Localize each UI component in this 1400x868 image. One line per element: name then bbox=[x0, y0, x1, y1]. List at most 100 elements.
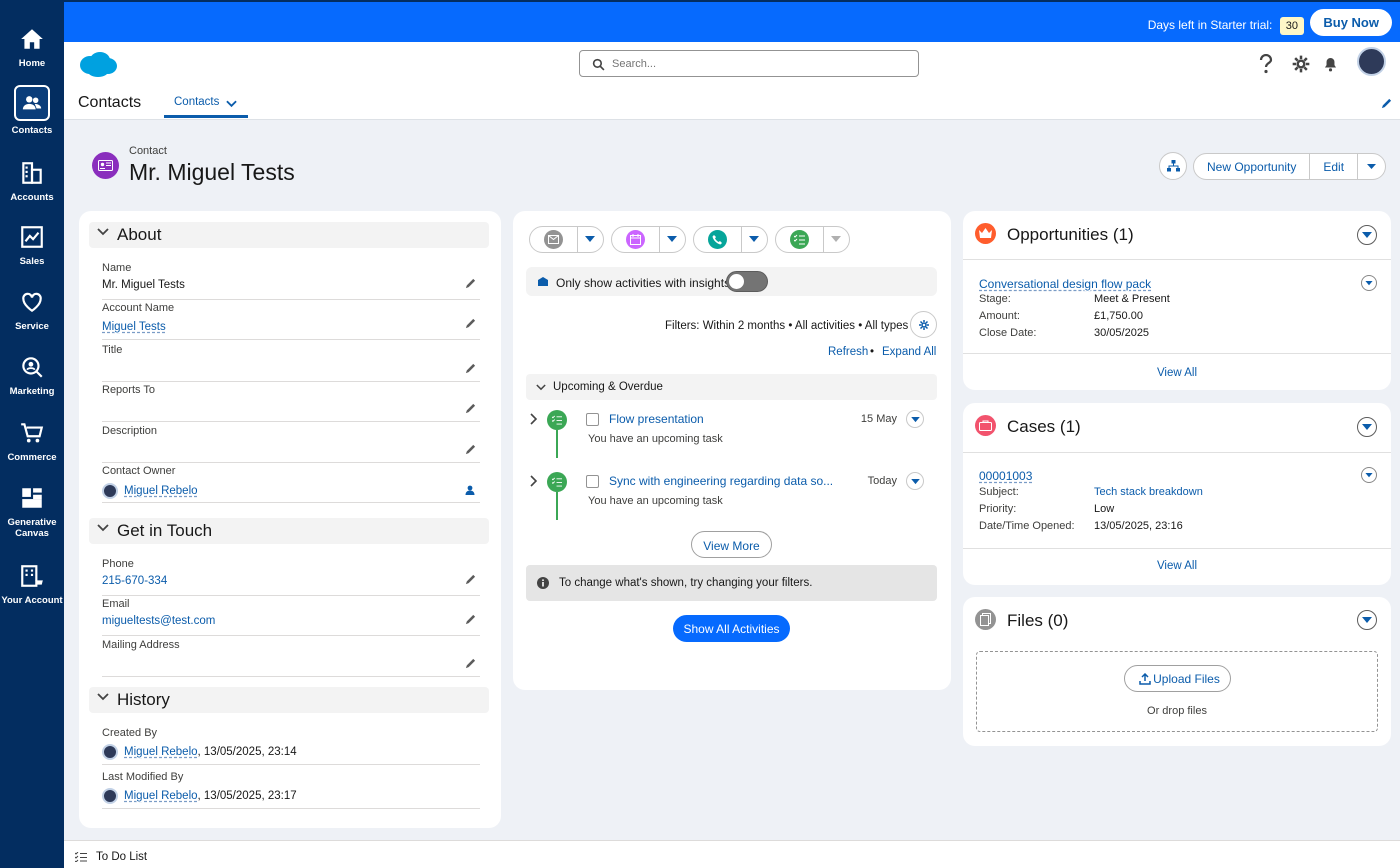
caret-down-icon[interactable] bbox=[831, 236, 841, 243]
created-user-link[interactable]: Miguel Rebelo bbox=[124, 746, 198, 758]
pencil-icon[interactable] bbox=[465, 318, 476, 329]
email-link[interactable]: migueltests@test.com bbox=[102, 615, 215, 627]
modified-user-link[interactable]: Miguel Rebelo bbox=[124, 790, 198, 802]
case-number-link[interactable]: 00001003 bbox=[979, 469, 1032, 483]
contact-record-icon bbox=[92, 152, 119, 179]
modified-value: Miguel Rebelo , 13/05/2025, 23:17 bbox=[102, 788, 297, 804]
field-last-modified-by: Last Modified By Miguel Rebelo , 13/05/2… bbox=[102, 771, 480, 809]
caret-down-icon[interactable] bbox=[585, 236, 595, 243]
notification-bell-icon[interactable] bbox=[1321, 54, 1340, 73]
pencil-icon[interactable] bbox=[465, 658, 476, 669]
owner-avatar bbox=[102, 483, 118, 499]
expand-all-link[interactable]: Expand All bbox=[882, 346, 936, 358]
cases-menu-button[interactable] bbox=[1357, 417, 1377, 437]
nav-service[interactable]: Service bbox=[0, 289, 64, 332]
trial-info: Days left in Starter trial: 30 bbox=[1148, 17, 1304, 35]
subject-value[interactable]: Tech stack breakdown bbox=[1094, 486, 1203, 503]
nav-marketing[interactable]: Marketing bbox=[0, 354, 64, 397]
file-drop-zone[interactable]: Upload Files Or drop files bbox=[976, 651, 1378, 732]
opportunities-menu-button[interactable] bbox=[1357, 225, 1377, 245]
history-section-header[interactable]: History bbox=[89, 687, 489, 713]
call-action-button[interactable] bbox=[693, 226, 768, 253]
case-row-menu[interactable] bbox=[1361, 467, 1377, 483]
event-action-button[interactable] bbox=[611, 226, 686, 253]
refresh-link[interactable]: Refresh bbox=[828, 346, 868, 358]
task-checkbox[interactable] bbox=[586, 413, 599, 426]
edit-nav-pencil-icon[interactable] bbox=[1381, 98, 1392, 109]
cases-view-all-link[interactable]: View All bbox=[963, 560, 1391, 572]
record-type-label: Contact bbox=[129, 145, 167, 157]
upload-files-label: Upload Files bbox=[1153, 672, 1220, 686]
user-avatar[interactable] bbox=[1357, 47, 1386, 76]
nav-sales[interactable]: Sales bbox=[0, 224, 64, 267]
chevron-down-icon[interactable] bbox=[226, 100, 237, 108]
global-search-input[interactable]: Search... bbox=[579, 50, 919, 77]
task-menu-button[interactable] bbox=[906, 410, 924, 428]
pencil-icon[interactable] bbox=[465, 403, 476, 414]
phone-link[interactable]: 215-670-334 bbox=[102, 575, 167, 587]
chevron-down-icon bbox=[97, 228, 109, 236]
nav-home[interactable]: Home bbox=[0, 26, 64, 69]
pencil-icon[interactable] bbox=[465, 444, 476, 455]
task-action-button[interactable] bbox=[775, 226, 850, 253]
field-label: Phone bbox=[102, 558, 134, 570]
tab-contacts[interactable]: Contacts bbox=[164, 88, 248, 118]
edit-button[interactable]: Edit bbox=[1310, 154, 1359, 179]
nav-accounts[interactable]: Accounts bbox=[0, 160, 64, 203]
nav-commerce[interactable]: Commerce bbox=[0, 420, 64, 463]
insights-toggle[interactable] bbox=[726, 271, 768, 292]
todo-list-button[interactable]: To Do List bbox=[96, 851, 147, 863]
subject-label: Subject: bbox=[979, 486, 1019, 498]
chevron-right-icon[interactable] bbox=[530, 474, 538, 488]
files-menu-button[interactable] bbox=[1357, 610, 1377, 630]
nav-contacts-label: Contacts bbox=[11, 125, 53, 136]
opportunities-title[interactable]: Opportunities (1) bbox=[1007, 225, 1134, 245]
field-value: Mr. Miguel Tests bbox=[102, 279, 185, 291]
owner-link[interactable]: Miguel Rebelo bbox=[124, 485, 198, 497]
divider bbox=[963, 259, 1391, 260]
nav-contacts[interactable]: Contacts bbox=[0, 85, 64, 136]
task-menu-button[interactable] bbox=[906, 472, 924, 490]
nav-generative-canvas[interactable]: Generative Canvas bbox=[0, 485, 64, 539]
opportunity-row-menu[interactable] bbox=[1361, 275, 1377, 291]
buy-now-button[interactable]: Buy Now bbox=[1310, 9, 1392, 36]
filter-settings-button[interactable] bbox=[910, 311, 937, 338]
more-actions-button[interactable] bbox=[1358, 154, 1385, 179]
chevron-right-icon[interactable] bbox=[530, 412, 538, 426]
nav-sales-label: Sales bbox=[19, 256, 45, 267]
pencil-icon[interactable] bbox=[465, 574, 476, 585]
cases-title[interactable]: Cases (1) bbox=[1007, 417, 1081, 437]
task-subtitle: You have an upcoming task bbox=[588, 495, 723, 507]
get-in-touch-title: Get in Touch bbox=[117, 521, 213, 540]
show-all-activities-button[interactable]: Show All Activities bbox=[673, 615, 790, 642]
account-link[interactable]: Miguel Tests bbox=[102, 321, 166, 333]
task-title-link[interactable]: Flow presentation bbox=[609, 412, 704, 426]
pencil-icon[interactable] bbox=[465, 278, 476, 289]
caret-down-icon[interactable] bbox=[667, 236, 677, 243]
gear-icon[interactable] bbox=[1291, 54, 1311, 74]
upload-files-button[interactable]: Upload Files bbox=[1124, 665, 1231, 692]
new-opportunity-button[interactable]: New Opportunity bbox=[1194, 154, 1311, 179]
opportunities-view-all-link[interactable]: View All bbox=[963, 367, 1391, 379]
field-reports-to: Reports To bbox=[102, 384, 480, 422]
task-title-link[interactable]: Sync with engineering regarding data so.… bbox=[609, 474, 833, 488]
help-icon[interactable] bbox=[1257, 54, 1275, 74]
hierarchy-button[interactable] bbox=[1159, 152, 1187, 180]
pencil-icon[interactable] bbox=[465, 363, 476, 374]
nav-your-account[interactable]: Your Account bbox=[0, 563, 64, 606]
field-label: Created By bbox=[102, 727, 158, 739]
task-checkbox[interactable] bbox=[586, 475, 599, 488]
upcoming-overdue-header[interactable]: Upcoming & Overdue bbox=[526, 374, 937, 400]
get-in-touch-section-header[interactable]: Get in Touch bbox=[89, 518, 489, 544]
timeline-line bbox=[556, 430, 558, 458]
view-more-button[interactable]: View More bbox=[691, 531, 772, 558]
email-action-button[interactable] bbox=[529, 226, 604, 253]
change-owner-icon[interactable] bbox=[464, 485, 476, 496]
files-title[interactable]: Files (0) bbox=[1007, 611, 1068, 631]
field-account-name: Account Name Miguel Tests bbox=[102, 302, 480, 340]
pencil-icon[interactable] bbox=[465, 614, 476, 625]
opportunity-link[interactable]: Conversational design flow pack bbox=[979, 277, 1151, 291]
about-section-header[interactable]: About bbox=[89, 222, 489, 248]
caret-down-icon[interactable] bbox=[749, 236, 759, 243]
home-icon bbox=[21, 29, 43, 49]
